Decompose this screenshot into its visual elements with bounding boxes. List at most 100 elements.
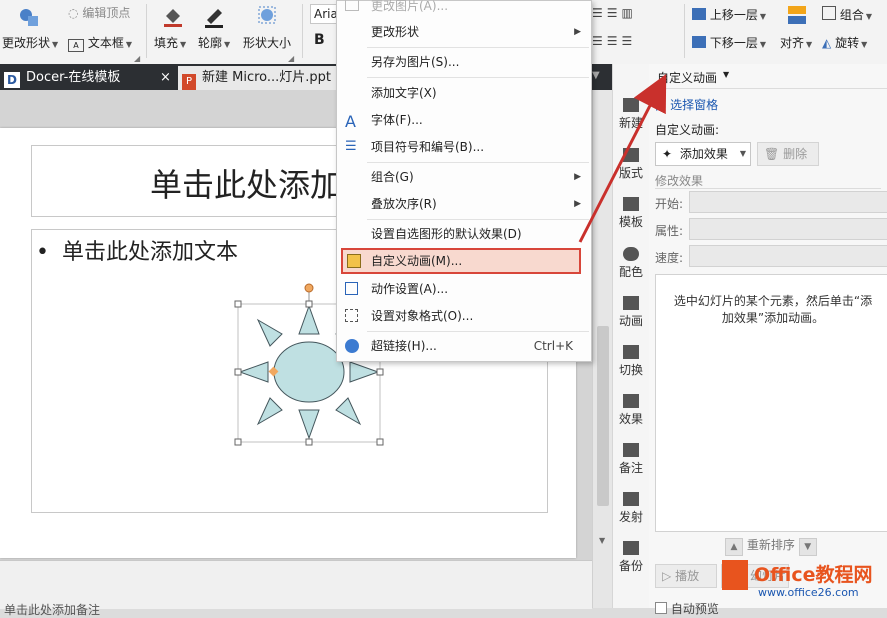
autopreview-checkbox[interactable]: 自动预览	[655, 600, 719, 617]
format-object-icon	[345, 309, 358, 322]
bullet-marker: •	[36, 240, 49, 265]
paperclip-icon	[623, 492, 639, 506]
rotate-handle[interactable]	[304, 283, 314, 293]
layer-color-icon[interactable]	[786, 4, 808, 26]
delete-button[interactable]: 🗑 删除	[757, 142, 819, 166]
menu-item-group[interactable]: 组合(G) ▶	[337, 164, 591, 190]
animation-list-hint: 选中幻灯片的某个元素，然后单击“添加效果”添加动画。	[673, 294, 873, 325]
tab-docer-templates[interactable]: D Docer-在线模板 ×	[0, 66, 176, 90]
docer-logo-icon: D	[4, 72, 20, 88]
watermark-brand: Office教程网	[754, 564, 873, 586]
ribbon-expand-icon[interactable]: ◢	[134, 54, 140, 63]
scroll-down-icon[interactable]: ▼	[599, 536, 605, 545]
group-icon	[822, 6, 836, 20]
bold-button[interactable]: B	[314, 32, 325, 48]
edit-vertices-icon: ◌	[68, 6, 79, 20]
move-down-layer-button[interactable]: 下移一层 ▼	[692, 34, 766, 51]
scroll-thumb[interactable]	[597, 326, 609, 506]
menu-divider	[367, 162, 589, 163]
outdent-icon[interactable]: ☰	[607, 34, 622, 48]
menu-item-add-text[interactable]: 添加文字(X)	[337, 80, 591, 106]
ribbon-separator	[302, 4, 303, 58]
align-center-icon[interactable]: ☰	[607, 6, 622, 20]
group-button[interactable]: 组合 ▼	[822, 6, 872, 23]
play-button[interactable]: ▷ 播放	[655, 564, 717, 588]
rotate-icon: ◭	[822, 36, 832, 50]
backup-icon	[623, 541, 639, 555]
menu-item-stack-order[interactable]: 叠放次序(R) ▶	[337, 191, 591, 217]
line-spacing-buttons[interactable]: ☰☰☰	[592, 34, 636, 48]
sun-ray-bottom-right	[335, 397, 362, 426]
rotate-button[interactable]: ◭ 旋转 ▼	[822, 34, 867, 51]
start-select[interactable]	[689, 191, 887, 213]
custom-animation-panel: 自定义动画 ▼ ⬚ 选择窗格 自定义动画: ✦ 添加效果 ▼ 🗑 删除 修改效果…	[649, 64, 887, 616]
ppt-file-icon: P	[182, 74, 196, 90]
tab-new-presentation[interactable]: P新建 Micro...灯片.ppt *	[178, 66, 336, 109]
title-placeholder-text: 单击此处添加	[150, 166, 343, 204]
move-up-arrow-icon[interactable]: ▲	[725, 538, 743, 556]
nav-send[interactable]: 发射	[613, 492, 649, 525]
fill-button[interactable]: 填充 ▼	[154, 34, 186, 51]
nav-backup[interactable]: 备份	[613, 541, 649, 574]
property-select[interactable]	[689, 218, 887, 240]
change-shape-icon[interactable]	[18, 6, 40, 28]
menu-divider	[367, 47, 589, 48]
sun-ray-top	[298, 304, 320, 335]
checkbox-icon	[655, 602, 667, 614]
notes-icon	[623, 443, 639, 457]
shape-size-icon[interactable]	[256, 4, 278, 26]
play-icon: ▷	[662, 569, 672, 583]
fill-bucket-icon[interactable]	[162, 6, 184, 28]
hyperlink-globe-icon	[345, 339, 359, 353]
picture-icon	[345, 0, 359, 11]
indent-icon[interactable]: ☰	[592, 34, 607, 48]
paragraph-icon[interactable]: ▥	[622, 6, 637, 20]
watermark-url: www.office26.com	[758, 586, 859, 599]
change-shape-button[interactable]: 更改形状 ▼	[2, 34, 58, 51]
transition-icon	[623, 345, 639, 359]
outline-pen-icon[interactable]	[203, 6, 225, 28]
menu-item-change-shape[interactable]: 更改形状 ▶	[337, 19, 591, 45]
text-box-button[interactable]: A 文本框 ▼	[68, 34, 132, 52]
align-button[interactable]: 对齐 ▼	[780, 34, 812, 51]
menu-item-default-effect[interactable]: 设置自选图形的默认效果(D)	[337, 221, 591, 247]
divider	[655, 188, 881, 189]
text-box-icon: A	[68, 39, 84, 52]
menu-divider	[367, 331, 589, 332]
nav-notes[interactable]: 备注	[613, 443, 649, 476]
sun-center	[273, 341, 345, 403]
speed-select[interactable]	[689, 245, 887, 267]
text-align-buttons[interactable]: ☰☰▥	[592, 6, 637, 20]
move-down-icon	[692, 36, 706, 48]
sun-ray-bottom-left	[256, 397, 283, 426]
panel-header[interactable]: 自定义动画 ▼	[649, 64, 887, 89]
menu-item-font[interactable]: A 字体(F)...	[337, 107, 591, 133]
menu-item-custom-animation[interactable]: 自定义动画(M)...	[341, 248, 581, 274]
shape-size-button[interactable]: 形状大小	[243, 34, 291, 51]
panel-menu-chevron-icon[interactable]: ▼	[723, 70, 729, 79]
nav-transition[interactable]: 切换	[613, 345, 649, 378]
context-menu: 更改图片(A)... 更改形状 ▶ 另存为图片(S)... 添加文字(X) A 字体…	[336, 0, 592, 362]
office-logo-icon	[722, 560, 748, 590]
notes-pane[interactable]: 单击此处添加备注	[0, 560, 592, 617]
nav-animation[interactable]: 动画	[613, 296, 649, 329]
annotation-arrow	[578, 74, 667, 243]
action-settings-icon	[345, 282, 358, 295]
align-left-icon[interactable]: ☰	[592, 6, 607, 20]
menu-item-bullets-numbering[interactable]: ☰ 项目符号和编号(B)...	[337, 134, 591, 160]
line-spacing-icon[interactable]: ☰	[622, 34, 637, 48]
nav-effects[interactable]: 效果	[613, 394, 649, 427]
menu-item-hyperlink[interactable]: 超链接(H)... Ctrl+K	[337, 333, 591, 359]
menu-item-format-object[interactable]: 设置对象格式(O)...	[337, 303, 591, 329]
menu-item-save-as-picture[interactable]: 另存为图片(S)...	[337, 49, 591, 75]
menu-item-action-settings[interactable]: 动作设置(A)...	[337, 276, 591, 302]
edit-vertices-button[interactable]: ◌ 编辑顶点	[68, 4, 130, 21]
animation-star-icon	[623, 296, 639, 310]
outline-button[interactable]: 轮廓 ▼	[198, 34, 230, 51]
close-tab-icon[interactable]: ×	[160, 66, 171, 90]
move-up-layer-button[interactable]: 上移一层 ▼	[692, 6, 766, 23]
animation-list[interactable]: 选中幻灯片的某个元素，然后单击“添加效果”添加动画。	[655, 274, 887, 532]
font-a-icon: A	[345, 112, 356, 131]
move-down-arrow-icon[interactable]: ▼	[798, 538, 817, 556]
ribbon-expand-icon[interactable]: ◢	[288, 54, 294, 63]
